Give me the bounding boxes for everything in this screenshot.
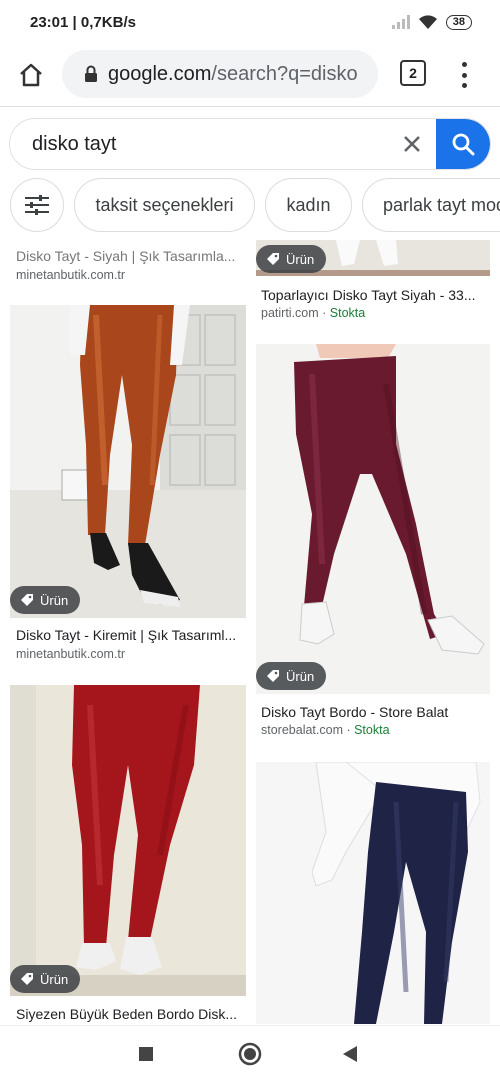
- badge-label: Ürün: [40, 592, 69, 608]
- stock-status: Stokta: [329, 306, 366, 320]
- browser-toolbar: google.com/search?q=disko 2: [0, 44, 500, 106]
- search-icon: [452, 133, 475, 156]
- url-domain: google.com: [108, 62, 212, 85]
- product-badge: Ürün: [10, 965, 81, 993]
- overflow-menu-button[interactable]: [452, 60, 476, 90]
- search-button[interactable]: [436, 119, 490, 169]
- status-left: 23:01 | 0,7KB/s: [30, 13, 136, 31]
- menu-dot-icon: [461, 83, 467, 88]
- home-icon: [20, 63, 42, 87]
- result-image[interactable]: [10, 305, 246, 618]
- signal-icon: [391, 15, 410, 29]
- chip-kadin[interactable]: kadın: [265, 178, 352, 232]
- product-photo-bordo: [10, 685, 246, 996]
- product-badge: Ürün: [256, 662, 327, 690]
- badge-label: Ürün: [286, 251, 315, 267]
- badge-label: Ürün: [40, 971, 69, 987]
- toolbar-divider: [0, 106, 500, 107]
- tag-icon: [267, 253, 279, 265]
- circle-icon: [238, 1042, 262, 1066]
- stock-status: Stokta: [354, 723, 390, 737]
- result-source: minetanbutik.com.tr: [16, 268, 126, 282]
- result-source: patirti.com: [261, 306, 319, 320]
- status-bar: 23:01 | 0,7KB/s 38: [0, 0, 500, 44]
- chip-parlak[interactable]: parlak tayt modelleri: [362, 178, 500, 232]
- url-bar[interactable]: google.com/search?q=disko: [62, 50, 378, 98]
- recents-button[interactable]: [138, 1046, 154, 1067]
- result-title[interactable]: Toparlayıcı Disko Tayt Siyah - 33...: [261, 287, 487, 303]
- product-photo-lacivert: [256, 762, 490, 1024]
- product-photo-kiremit: [10, 305, 246, 618]
- home-button[interactable]: [0, 44, 62, 106]
- result-source: minetanbutik.com.tr: [16, 647, 126, 661]
- result-image[interactable]: [256, 762, 490, 1024]
- result-image[interactable]: [256, 344, 490, 694]
- back-button[interactable]: [342, 1045, 358, 1068]
- tag-icon: [21, 594, 33, 606]
- menu-dot-icon: [461, 62, 467, 67]
- filter-chips: taksit seçenekleri kadın parlak tayt mod…: [10, 178, 500, 232]
- status-icons: 38: [391, 14, 472, 30]
- tab-switcher-button[interactable]: 2: [400, 60, 426, 86]
- badge-label: Ürün: [286, 668, 315, 684]
- tune-icon: [25, 195, 49, 215]
- result-title[interactable]: Disko Tayt - Kiremit | Şık Tasarıml...: [16, 627, 242, 643]
- result-source-line: patirti.com · Stokta: [261, 306, 366, 320]
- result-title[interactable]: Siyezen Büyük Beden Bordo Disk...: [16, 1006, 240, 1022]
- result-title[interactable]: Disko Tayt Bordo - Store Balat: [261, 704, 487, 720]
- chip-taksit[interactable]: taksit seçenekleri: [74, 178, 255, 232]
- status-network-speed: 0,7KB/s: [80, 13, 136, 31]
- menu-dot-icon: [461, 72, 467, 78]
- result-source: storebalat.com: [261, 723, 343, 737]
- tag-icon: [21, 973, 33, 985]
- system-navigation-bar: [0, 1025, 500, 1083]
- close-icon: [404, 136, 420, 152]
- result-image[interactable]: [10, 685, 246, 996]
- lock-icon: [85, 65, 97, 82]
- home-nav-button[interactable]: [238, 1042, 262, 1071]
- clear-search-button[interactable]: [392, 119, 432, 169]
- battery-icon: 38: [445, 14, 472, 30]
- search-box[interactable]: disko tayt: [9, 118, 491, 170]
- status-time: 23:01: [30, 13, 69, 31]
- wifi-icon: [418, 14, 437, 29]
- product-badge: Ürün: [10, 586, 81, 614]
- square-icon: [139, 1047, 153, 1061]
- product-photo-bordo-tayt: [256, 344, 490, 694]
- result-source-line: storebalat.com · Stokta: [261, 723, 390, 737]
- product-badge: Ürün: [256, 245, 327, 273]
- filter-settings-chip[interactable]: [10, 178, 64, 232]
- result-title[interactable]: Disko Tayt - Siyah | Şık Tasarımla...: [16, 248, 240, 264]
- back-triangle-icon: [343, 1046, 357, 1062]
- url-path: /search?q=disko: [211, 62, 358, 85]
- tag-icon: [267, 670, 279, 682]
